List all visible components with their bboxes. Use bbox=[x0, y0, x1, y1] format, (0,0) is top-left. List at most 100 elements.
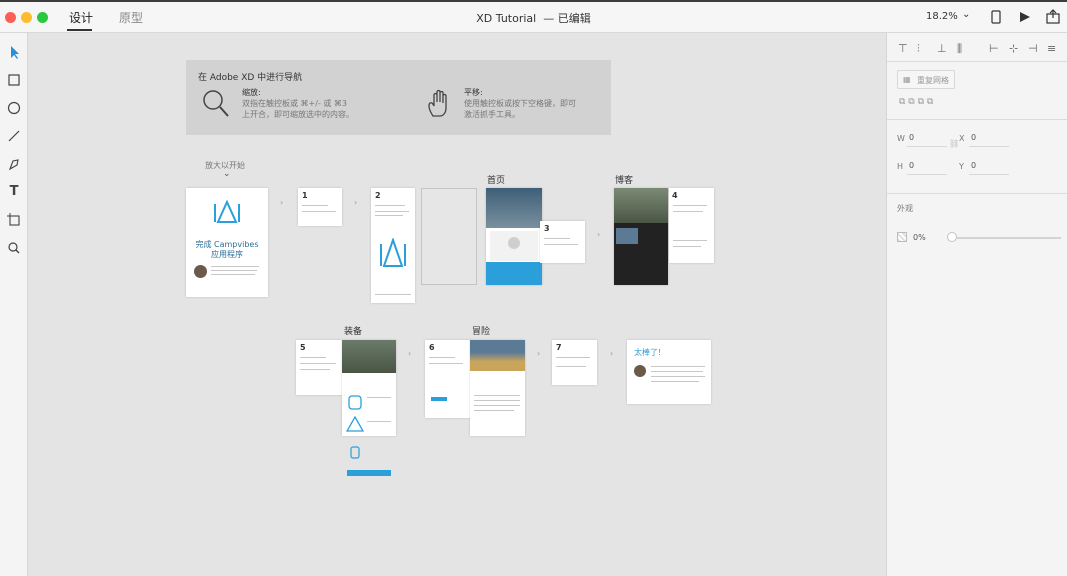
document-title: XD Tutorial — 已编辑 bbox=[0, 10, 1067, 26]
play-icon[interactable] bbox=[1019, 11, 1031, 23]
adventure-hero-image bbox=[470, 340, 525, 371]
step-number: 5 bbox=[300, 343, 306, 352]
height-field-underline bbox=[907, 174, 947, 175]
pan-heading: 平移: bbox=[464, 88, 483, 97]
artboard-step-2[interactable]: 2 bbox=[371, 188, 415, 303]
avatar bbox=[634, 365, 646, 377]
flow-arrow-icon: › bbox=[610, 349, 614, 358]
hand-icon bbox=[428, 89, 447, 117]
zoom-level[interactable]: 18.2% bbox=[926, 11, 958, 22]
artboard-done[interactable]: 太棒了! bbox=[627, 340, 711, 404]
text-line bbox=[556, 357, 590, 358]
title-bar: 设计 原型 XD Tutorial — 已编辑 18.2% ⌄ bbox=[0, 0, 1067, 33]
width-field[interactable]: 0 bbox=[909, 133, 914, 142]
text-line bbox=[375, 211, 409, 212]
gear-cta-button[interactable] bbox=[347, 470, 391, 476]
height-label: H bbox=[897, 162, 904, 171]
text-line bbox=[651, 376, 705, 377]
flow-arrow-icon: › bbox=[408, 349, 412, 358]
canvas[interactable]: 在 Adobe XD 中进行导航 缩放: 双指在触控板或 ⌘+/- 或 ⌘3 上… bbox=[28, 33, 886, 576]
text-line bbox=[375, 215, 403, 216]
distribute-vertical-icon[interactable]: ⫼ bbox=[957, 42, 962, 56]
opacity-slider-handle[interactable] bbox=[947, 232, 957, 242]
select-tool-icon[interactable] bbox=[4, 42, 24, 62]
campvibes-logo-icon bbox=[214, 200, 240, 223]
y-field-underline bbox=[969, 174, 1009, 175]
done-title: 太棒了! bbox=[634, 348, 662, 357]
text-line bbox=[673, 246, 701, 247]
zoom-description-line1: 双指在触控板或 ⌘+/- 或 ⌘3 bbox=[242, 99, 348, 108]
pan-description-line1: 使用触控板或按下空格键，即可 bbox=[464, 99, 576, 108]
artboard-step-7[interactable]: 7 bbox=[552, 340, 597, 385]
ellipse-tool-icon[interactable] bbox=[4, 98, 24, 118]
opacity-slider-track[interactable] bbox=[949, 237, 1061, 239]
document-name: XD Tutorial bbox=[476, 12, 537, 25]
artboard-gear[interactable] bbox=[342, 340, 396, 436]
height-field[interactable]: 0 bbox=[909, 161, 914, 170]
distribute-horizontal-icon[interactable]: ≡ bbox=[1047, 42, 1056, 55]
zoom-heading: 缩放: bbox=[242, 88, 261, 97]
share-icon[interactable] bbox=[1046, 9, 1060, 24]
artboard-cover[interactable]: 完成 Campvibes 应用程序 bbox=[186, 188, 268, 297]
text-line bbox=[300, 369, 330, 370]
campvibes-logo-icon bbox=[380, 238, 406, 267]
text-tool-icon[interactable]: T bbox=[4, 182, 24, 202]
artboard-step-5[interactable]: 5 bbox=[296, 340, 342, 395]
magnifier-icon bbox=[203, 90, 229, 117]
appearance-heading: 外观 bbox=[897, 204, 913, 213]
top-border bbox=[0, 0, 1067, 2]
align-center-icon[interactable]: ⊹ bbox=[1009, 42, 1018, 55]
artboard-home[interactable] bbox=[486, 188, 542, 285]
device-preview-icon[interactable] bbox=[991, 10, 1002, 24]
width-label: W bbox=[897, 134, 905, 143]
flow-arrow-icon: › bbox=[537, 349, 541, 358]
text-line bbox=[474, 400, 520, 401]
text-line bbox=[300, 363, 336, 364]
y-label: Y bbox=[959, 162, 964, 171]
zoom-tool-icon[interactable] bbox=[4, 238, 24, 258]
lock-aspect-icon[interactable]: ⛓ bbox=[949, 139, 959, 148]
align-top-icon[interactable]: ⊤ bbox=[898, 42, 908, 55]
artboard-blog[interactable] bbox=[614, 188, 668, 285]
left-toolbar: T bbox=[0, 33, 28, 576]
text-line bbox=[474, 395, 520, 396]
artboard-label-gear: 装备 bbox=[344, 327, 363, 337]
home-footer-bar bbox=[486, 262, 542, 285]
artboard-tool-icon[interactable] bbox=[4, 210, 24, 230]
text-line bbox=[302, 211, 336, 212]
navigation-help-box: 在 Adobe XD 中进行导航 缩放: 双指在触控板或 ⌘+/- 或 ⌘3 上… bbox=[186, 60, 611, 135]
align-right-icon[interactable]: ⊣ bbox=[1028, 42, 1038, 55]
artboard-step-6[interactable]: 6 bbox=[425, 340, 470, 418]
artboard-step-4[interactable]: 4 bbox=[669, 188, 714, 263]
artboard-step-1[interactable]: 1 bbox=[298, 188, 342, 226]
text-line bbox=[544, 244, 578, 245]
repeat-grid-button[interactable]: ▦ 重复网格 bbox=[897, 70, 955, 89]
artboard-adventure[interactable] bbox=[470, 340, 525, 436]
artboard-step-3[interactable]: 3 bbox=[540, 221, 585, 263]
align-middle-icon[interactable]: ⫶ bbox=[917, 42, 920, 56]
y-field[interactable]: 0 bbox=[971, 161, 976, 170]
align-bottom-icon[interactable]: ⊥ bbox=[937, 42, 947, 55]
flow-arrow-icon: › bbox=[354, 198, 358, 207]
text-line bbox=[556, 366, 586, 367]
flow-arrow-icon: › bbox=[597, 230, 601, 239]
rectangle-tool-icon[interactable] bbox=[4, 70, 24, 90]
backpack-icon bbox=[348, 395, 362, 410]
artboard-empty-placeholder[interactable] bbox=[421, 188, 477, 285]
text-line bbox=[673, 211, 703, 212]
chevron-down-icon: ⌄ bbox=[223, 169, 231, 179]
text-line bbox=[429, 363, 463, 364]
chevron-down-icon[interactable]: ⌄ bbox=[962, 9, 970, 20]
text-line bbox=[673, 240, 707, 241]
line-tool-icon[interactable] bbox=[4, 126, 24, 146]
lantern-icon bbox=[350, 446, 360, 459]
pen-tool-icon[interactable] bbox=[4, 154, 24, 174]
boolean-ops-icons[interactable]: ⧉ ⧉ ⧉ ⧉ bbox=[899, 97, 933, 107]
flow-arrow-icon: › bbox=[280, 198, 284, 207]
navigation-help-title: 在 Adobe XD 中进行导航 bbox=[198, 73, 303, 83]
align-left-icon[interactable]: ⊢ bbox=[989, 42, 999, 55]
opacity-value[interactable]: 0% bbox=[913, 233, 926, 242]
text-line bbox=[474, 410, 514, 411]
artboard-label-blog: 博客 bbox=[615, 176, 634, 186]
x-field[interactable]: 0 bbox=[971, 133, 976, 142]
